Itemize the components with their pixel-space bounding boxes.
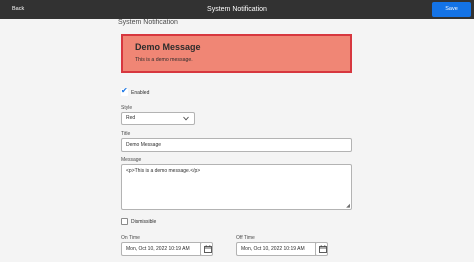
title-label: Title (121, 131, 131, 137)
message-textarea[interactable]: <p>This is a demo message.</p> ◢ (121, 164, 352, 210)
off-time-value: Mon, Oct 10, 2022 10:19 AM (241, 246, 305, 252)
calendar-icon (319, 245, 327, 253)
enabled-label: Enabled (131, 90, 150, 96)
dismissible-label: Dismissible (131, 219, 157, 225)
window-title: System Notification (207, 6, 267, 13)
dismissible-checkbox[interactable] (121, 218, 128, 225)
chevron-down-icon (183, 115, 189, 126)
title-input[interactable]: Demo Message (121, 138, 352, 152)
message-label: Message (121, 157, 142, 163)
resize-handle-icon[interactable]: ◢ (346, 203, 350, 209)
on-time-label: On Time (121, 235, 140, 241)
calendar-icon (204, 245, 212, 253)
style-select-value: Red (126, 115, 136, 121)
page-title: System Notification (118, 19, 178, 26)
on-time-calendar-button[interactable] (200, 242, 213, 256)
preview-body: This is a demo message. (135, 57, 193, 63)
save-button[interactable]: Save (432, 2, 471, 17)
off-time-input[interactable]: Mon, Oct 10, 2022 10:19 AM (236, 242, 316, 256)
off-time-label: Off Time (236, 235, 255, 241)
preview-title: Demo Message (135, 42, 201, 52)
checkmark-icon: ✔ (121, 86, 128, 95)
off-time-calendar-button[interactable] (315, 242, 328, 256)
enabled-checkbox[interactable]: ✔ (121, 86, 128, 96)
top-bar: Back System Notification Save (0, 0, 474, 19)
style-select[interactable]: Red (121, 112, 195, 125)
message-textarea-value: <p>This is a demo message.</p> (126, 168, 201, 174)
title-input-value: Demo Message (126, 142, 162, 148)
on-time-input[interactable]: Mon, Oct 10, 2022 10:19 AM (121, 242, 201, 256)
notification-preview: Demo Message This is a demo message. (121, 34, 352, 73)
style-label: Style (121, 105, 133, 111)
on-time-value: Mon, Oct 10, 2022 10:19 AM (126, 246, 190, 252)
